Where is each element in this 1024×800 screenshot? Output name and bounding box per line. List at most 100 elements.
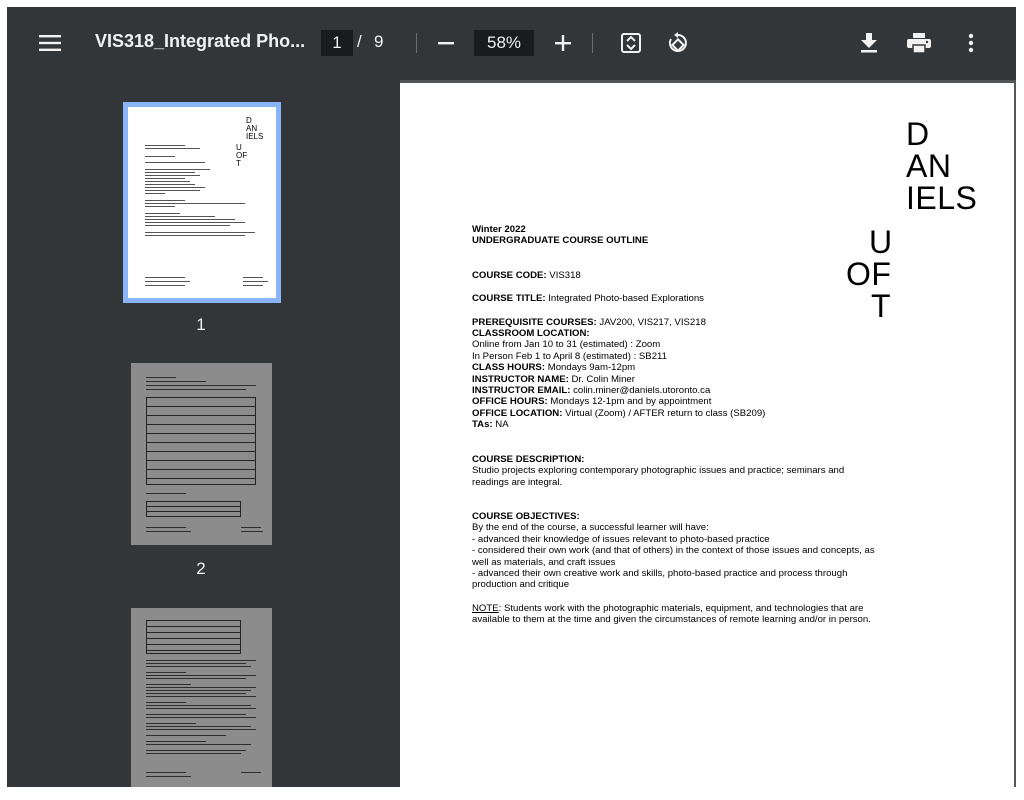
thumb-text-line: [145, 235, 245, 236]
objectives-intro: By the end of the course, a successful l…: [472, 522, 709, 534]
thumb-text-line: [146, 687, 256, 688]
thumb-text-line: [146, 772, 186, 773]
description-heading: COURSE DESCRIPTION:: [472, 453, 585, 465]
page-separator: /: [357, 32, 362, 51]
page-thumbnail-3[interactable]: [131, 608, 272, 787]
thumb-text-line: [145, 172, 195, 173]
thumb-text-line: [145, 145, 185, 146]
thumb-text-line: [145, 206, 175, 207]
print-icon: [907, 33, 931, 53]
thumb-text-line: [145, 184, 195, 185]
description-text: Studio projects exploring contemporary p…: [472, 465, 845, 488]
page-thumbnail-1[interactable]: D AN IELS U OF T: [123, 102, 281, 303]
thumb-text-line: [146, 729, 256, 730]
thumb-text-line: [145, 190, 200, 191]
office-hours: OFFICE HOURS: Mondays 12-1pm and by appo…: [472, 396, 712, 408]
more-options-button[interactable]: [961, 31, 981, 55]
thumb-text-line: [146, 693, 246, 694]
thumb-text-line: [146, 377, 176, 378]
thumb-text-line: [146, 726, 251, 727]
thumb-text-line: [145, 193, 165, 194]
zoom-out-button[interactable]: [435, 33, 457, 53]
thumb-text-line: [146, 750, 246, 751]
minus-icon: [438, 42, 454, 45]
more-vert-icon: [968, 33, 974, 53]
thumb-text-line: [146, 666, 251, 667]
course-title: COURSE TITLE: Integrated Photo-based Exp…: [472, 293, 704, 305]
thumb-text-line: [146, 696, 256, 697]
zoom-input[interactable]: 58%: [474, 30, 534, 56]
thumb-text-line: [145, 148, 200, 149]
thumbnail-number: 1: [196, 315, 206, 334]
thumb-text-line: [146, 381, 206, 382]
thumb-text-line: [145, 222, 245, 223]
thumb-text-line: [241, 531, 263, 532]
thumb-text-line: [146, 493, 186, 494]
document-heading: UNDERGRADUATE COURSE OUTLINE: [472, 235, 649, 247]
classroom-location: CLASSROOM LOCATION:: [472, 328, 590, 340]
thumb-text-line: [146, 708, 256, 709]
classroom-line: Online from Jan 10 to 31 (estimated) : Z…: [472, 339, 661, 351]
page-number-input[interactable]: 1: [321, 30, 353, 56]
thumb-text-line: [146, 741, 206, 742]
thumb-text-line: [145, 281, 190, 282]
thumb-text-line: [146, 684, 191, 685]
objectives-heading: COURSE OBJECTIVES:: [472, 510, 580, 522]
rotate-button[interactable]: [664, 30, 692, 56]
thumb-table: [146, 501, 241, 517]
thumb-text-line: [243, 285, 263, 286]
page-thumbnail-2[interactable]: [131, 363, 272, 545]
fit-to-page-button[interactable]: [618, 31, 644, 55]
thumb-text-line: [145, 156, 175, 157]
thumb-text-line: [146, 702, 186, 703]
logo-line: D: [906, 116, 930, 152]
term: Winter 2022: [472, 224, 526, 235]
thumb-text-line: [145, 187, 205, 188]
thumb-text-line: [146, 660, 256, 661]
toolbar-divider: [416, 33, 417, 53]
thumb-text-line: [241, 772, 261, 773]
thumb-table: [146, 620, 241, 654]
thumb-text-line: [146, 385, 256, 386]
thumb-text-line: [146, 663, 246, 664]
thumb-text-line: [146, 744, 251, 745]
thumb-text-line: [145, 216, 215, 217]
menu-icon[interactable]: [37, 31, 63, 55]
download-button[interactable]: [857, 31, 881, 55]
teaching-assistants: TAs: NA: [472, 419, 509, 431]
thumb-text-line: [145, 200, 185, 201]
document-viewer[interactable]: D AN IELS U OF T Winter 2022 UNDERGRADUA…: [400, 80, 1016, 787]
thumb-text-line: [145, 162, 205, 163]
thumb-text-line: [146, 717, 256, 718]
thumb-logo: U OF T: [236, 143, 248, 168]
document-body: Winter 2022 UNDERGRADUATE COURSE OUTLINE…: [472, 224, 882, 626]
zoom-in-button[interactable]: [552, 32, 574, 54]
document-title: VIS318_Integrated Pho...: [95, 31, 306, 51]
thumb-text-line: [146, 527, 186, 528]
rotate-icon: [668, 32, 687, 53]
instructor-email: INSTRUCTOR EMAIL: colin.miner@daniels.ut…: [472, 385, 711, 397]
classroom-line: In Person Feb 1 to April 8 (estimated) :…: [472, 350, 667, 362]
thumb-text-line: [146, 714, 246, 715]
thumb-logo: D AN IELS: [246, 116, 264, 141]
print-button[interactable]: [906, 31, 932, 55]
thumb-text-line: [146, 723, 196, 724]
thumb-text-line: [146, 705, 251, 706]
thumb-text-line: [146, 675, 256, 676]
document-page: D AN IELS U OF T Winter 2022 UNDERGRADUA…: [400, 83, 1014, 787]
thumbnail-number: 2: [196, 559, 206, 578]
thumb-text-line: [146, 678, 246, 679]
thumb-text-line: [145, 277, 185, 278]
thumb-text-line: [243, 281, 268, 282]
thumb-text-line: [146, 531, 191, 532]
total-pages: 9: [374, 32, 384, 51]
pdf-viewer: VIS318_Integrated Pho... 1 / 9 58% D AN …: [7, 7, 1016, 787]
thumb-text-line: [145, 203, 245, 204]
thumb-text-line: [145, 181, 190, 182]
fit-page-icon: [621, 33, 641, 53]
prerequisites: PREREQUISITE COURSES: JAV200, VIS217, VI…: [472, 316, 706, 328]
thumb-text-line: [145, 178, 185, 179]
thumb-text-line: [146, 389, 246, 390]
thumb-text-line: [145, 219, 235, 220]
objective-item: - advanced their knowledge of issues rel…: [472, 533, 770, 545]
